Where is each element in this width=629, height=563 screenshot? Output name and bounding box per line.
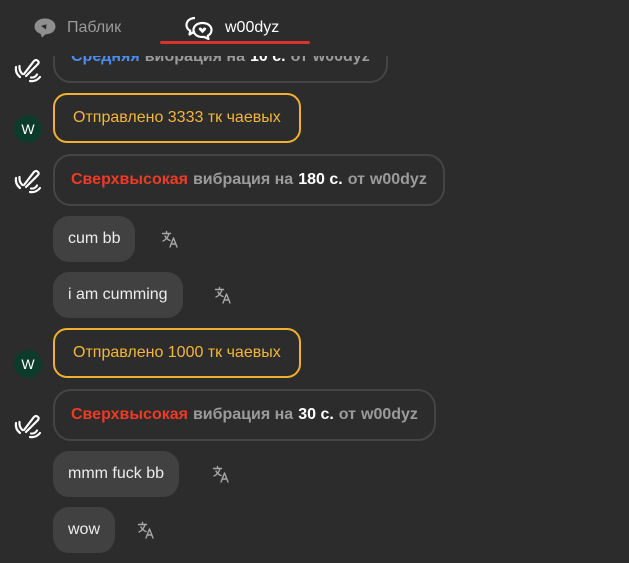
vibration-user: w00dyz bbox=[361, 406, 418, 423]
vibration-icon bbox=[12, 164, 44, 196]
chat-feed: Средняя вибрация на 10 с. от w00dyz W От… bbox=[0, 0, 629, 563]
translate-icon[interactable] bbox=[137, 521, 155, 539]
chat-bubble-icon bbox=[33, 17, 57, 39]
vibration-bubble: Сверхвысокая вибрация на 180 с. от w00dy… bbox=[53, 154, 445, 206]
tab-private-chat[interactable]: w00dyz bbox=[185, 0, 279, 56]
avatar[interactable]: W bbox=[14, 115, 42, 143]
message-text: i am cumming bbox=[68, 286, 168, 303]
tab-public-label: Паблик bbox=[67, 19, 122, 36]
vibration-level: Сверхвысокая bbox=[71, 406, 188, 423]
chat-tabs: Паблик w00dyz bbox=[0, 0, 629, 56]
translate-icon[interactable] bbox=[161, 230, 179, 248]
tab-private-label: w00dyz bbox=[225, 19, 280, 36]
message-bubble: cum bb bbox=[53, 216, 136, 262]
tab-public[interactable]: Паблик bbox=[33, 0, 121, 56]
vibration-duration: 30 с. bbox=[298, 406, 334, 423]
vibration-icon bbox=[12, 53, 44, 85]
vibration-level: Сверхвысокая bbox=[71, 171, 188, 188]
private-chat-icon bbox=[185, 16, 213, 41]
vibration-duration: 180 с. bbox=[298, 171, 343, 188]
translate-icon[interactable] bbox=[212, 465, 230, 483]
message-text: wow bbox=[68, 521, 101, 538]
vibration-bubble: Сверхвысокая вибрация на 30 с. от w00dyz bbox=[53, 389, 436, 441]
vibration-text: вибрация на bbox=[192, 406, 294, 423]
translate-icon[interactable] bbox=[214, 286, 232, 304]
message-bubble: i am cumming bbox=[53, 272, 183, 318]
avatar[interactable]: W bbox=[14, 350, 42, 378]
message-text: cum bb bbox=[68, 230, 121, 247]
vibration-text: вибрация на bbox=[192, 171, 294, 188]
tip-bubble: Отправлено 3333 тк чаевых bbox=[53, 93, 301, 143]
message-bubble: mmm fuck bb bbox=[53, 451, 180, 497]
message-text: mmm fuck bb bbox=[68, 465, 165, 482]
vibration-from: от bbox=[338, 406, 357, 423]
tip-text: Отправлено 1000 тк чаевых bbox=[73, 344, 281, 361]
active-tab-indicator bbox=[160, 41, 310, 44]
vibration-user: w00dyz bbox=[369, 171, 427, 188]
vibration-icon bbox=[12, 409, 44, 441]
tip-bubble: Отправлено 1000 тк чаевых bbox=[53, 328, 301, 378]
message-bubble: wow bbox=[53, 507, 116, 553]
tip-text: Отправлено 3333 тк чаевых bbox=[73, 109, 281, 126]
vibration-from: от bbox=[347, 171, 365, 188]
